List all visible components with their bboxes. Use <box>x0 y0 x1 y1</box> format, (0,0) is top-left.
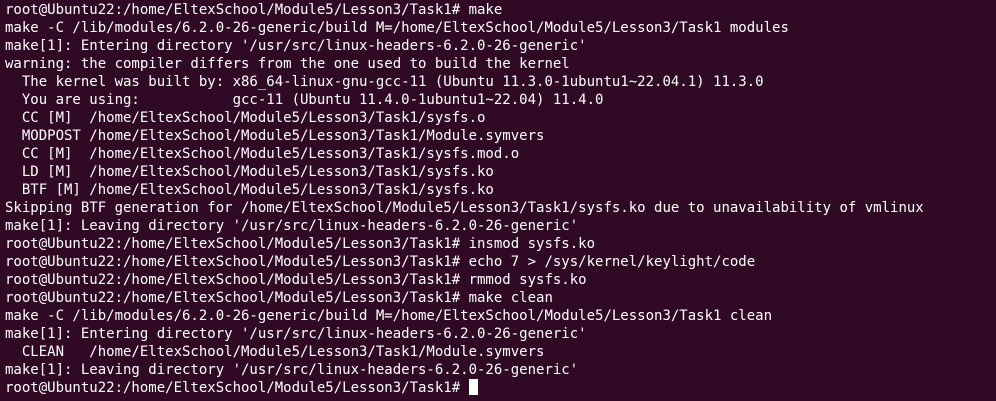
terminal-window[interactable]: root@Ubuntu22:/home/EltexSchool/Module5/… <box>0 0 996 401</box>
terminal-line: make[1]: Leaving directory '/usr/src/lin… <box>5 218 579 234</box>
shell-prompt: root@Ubuntu22:/home/EltexSchool/Module5/… <box>5 380 469 396</box>
terminal-line: warning: the compiler differs from the o… <box>5 56 570 72</box>
terminal-line: root@Ubuntu22:/home/EltexSchool/Module5/… <box>5 272 587 288</box>
terminal-output: root@Ubuntu22:/home/EltexSchool/Module5/… <box>5 1 996 379</box>
terminal-line: root@Ubuntu22:/home/EltexSchool/Module5/… <box>5 236 596 252</box>
terminal-line: root@Ubuntu22:/home/EltexSchool/Module5/… <box>5 2 503 18</box>
terminal-line: CC [M] /home/EltexSchool/Module5/Lesson3… <box>5 146 520 162</box>
terminal-line: root@Ubuntu22:/home/EltexSchool/Module5/… <box>5 254 756 270</box>
terminal-line: root@Ubuntu22:/home/EltexSchool/Module5/… <box>5 290 553 306</box>
terminal-line: BTF [M] /home/EltexSchool/Module5/Lesson… <box>5 182 494 198</box>
terminal-line: make[1]: Leaving directory '/usr/src/lin… <box>5 362 579 378</box>
terminal-input-line[interactable]: root@Ubuntu22:/home/EltexSchool/Module5/… <box>5 379 996 397</box>
terminal-line: make[1]: Entering directory '/usr/src/li… <box>5 38 587 54</box>
terminal-line: LD [M] /home/EltexSchool/Module5/Lesson3… <box>5 164 494 180</box>
terminal-line: CC [M] /home/EltexSchool/Module5/Lesson3… <box>5 110 486 126</box>
terminal-line: Skipping BTF generation for /home/EltexS… <box>5 200 924 216</box>
terminal-line: You are using: gcc-11 (Ubuntu 11.4.0-1ub… <box>5 92 604 108</box>
terminal-line: make -C /lib/modules/6.2.0-26-generic/bu… <box>5 308 773 324</box>
terminal-line: MODPOST /home/EltexSchool/Module5/Lesson… <box>5 128 545 144</box>
text-cursor <box>468 379 478 395</box>
terminal-line: make -C /lib/modules/6.2.0-26-generic/bu… <box>5 20 789 36</box>
terminal-line: make[1]: Entering directory '/usr/src/li… <box>5 326 587 342</box>
terminal-line: CLEAN /home/EltexSchool/Module5/Lesson3/… <box>5 344 545 360</box>
terminal-line: The kernel was built by: x86_64-linux-gn… <box>5 74 764 90</box>
